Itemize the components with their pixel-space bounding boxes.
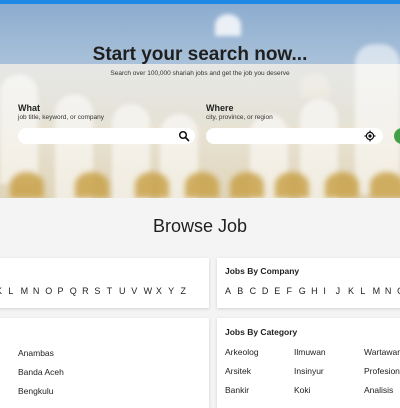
- hero-gold-ornament: [185, 172, 219, 198]
- company-letter[interactable]: M: [373, 286, 385, 296]
- company-card-title: Jobs By Company: [225, 266, 300, 276]
- category-link[interactable]: Arkeolog: [225, 346, 259, 365]
- alphabet-letter[interactable]: V: [131, 286, 143, 296]
- company-letter[interactable]: K: [348, 286, 360, 296]
- category-column-1: Arkeolog Arsitek Bankir: [225, 346, 259, 403]
- alphabet-letter[interactable]: Z: [180, 286, 192, 296]
- hero-gold-ornament: [275, 172, 309, 198]
- company-letter[interactable]: J: [336, 286, 348, 296]
- company-letter[interactable]: F: [286, 286, 298, 296]
- alphabet-letter[interactable]: W: [144, 286, 156, 296]
- what-hint: job title, keyword, or company: [18, 114, 104, 121]
- location-link[interactable]: Bengkulu: [18, 385, 64, 404]
- alphabet-letter[interactable]: N: [33, 286, 45, 296]
- alphabet-letter[interactable]: L: [8, 286, 20, 296]
- category-column-3: Wartawan Profesional Analisis: [364, 346, 400, 403]
- hero-gold-ornament: [230, 172, 264, 198]
- company-letter[interactable]: N: [385, 286, 397, 296]
- alphabet-letter[interactable]: X: [156, 286, 168, 296]
- category-link[interactable]: Arsitek: [225, 365, 259, 384]
- hero-arch: [355, 44, 400, 194]
- where-input[interactable]: [206, 128, 383, 144]
- company-letter[interactable]: L: [360, 286, 372, 296]
- search-icon[interactable]: [178, 130, 190, 142]
- hero-title: Start your search now...: [92, 44, 308, 65]
- company-letter[interactable]: E: [274, 286, 286, 296]
- category-link[interactable]: Analisis: [364, 384, 400, 403]
- category-link[interactable]: Insinyur: [294, 365, 326, 384]
- locate-icon[interactable]: [364, 130, 376, 142]
- company-letter[interactable]: H: [311, 286, 323, 296]
- hero-subtitle: Search over 100,000 shariah jobs and get…: [110, 70, 290, 77]
- alphabet-letter[interactable]: T: [107, 286, 119, 296]
- category-link[interactable]: Koki: [294, 384, 326, 403]
- company-letter[interactable]: A: [225, 286, 237, 296]
- alphabet-letter[interactable]: O: [45, 286, 57, 296]
- company-letter[interactable]: G: [299, 286, 311, 296]
- alphabet-letter[interactable]: U: [119, 286, 131, 296]
- hero-gold-ornament: [325, 172, 359, 198]
- location-link[interactable]: Banda Aceh: [18, 366, 64, 385]
- alphabet-list-left: K L M N O P Q R S T U V W X Y Z: [0, 286, 193, 296]
- alphabet-letter[interactable]: K: [0, 286, 8, 296]
- alphabet-letter[interactable]: S: [94, 286, 106, 296]
- browse-title: Browse Job: [152, 216, 248, 236]
- company-letter[interactable]: D: [262, 286, 274, 296]
- category-column-2: Ilmuwan Insinyur Koki: [294, 346, 326, 403]
- alphabet-letter[interactable]: Y: [168, 286, 180, 296]
- alphabet-letter[interactable]: P: [57, 286, 69, 296]
- hero-gold-ornament: [75, 172, 109, 198]
- where-hint: city, province, or region: [206, 114, 273, 121]
- alphabet-letter[interactable]: R: [82, 286, 94, 296]
- category-link[interactable]: Profesional: [364, 365, 400, 384]
- category-link[interactable]: Wartawan: [364, 346, 400, 365]
- category-card-title: Jobs By Category: [225, 327, 298, 337]
- alphabet-letter[interactable]: Q: [70, 286, 82, 296]
- alphabet-letter[interactable]: M: [21, 286, 33, 296]
- location-list: Anambas Banda Aceh Bengkulu: [18, 347, 64, 404]
- hero-banner: [0, 4, 400, 198]
- category-link[interactable]: Bankir: [225, 384, 259, 403]
- company-letter-list: A B C D E F G H I J K L M N O: [225, 286, 400, 296]
- what-label: What: [18, 103, 40, 113]
- hero-gold-ornament: [370, 172, 400, 198]
- what-input[interactable]: [18, 128, 195, 144]
- company-letter[interactable]: I: [323, 286, 335, 296]
- category-link[interactable]: Ilmuwan: [294, 346, 326, 365]
- alphabet-card: [0, 258, 209, 308]
- hero-dome: [215, 14, 241, 36]
- location-link[interactable]: Anambas: [18, 347, 64, 366]
- hero-gold-ornament: [10, 172, 44, 198]
- company-letter[interactable]: B: [237, 286, 249, 296]
- where-label: Where: [206, 103, 234, 113]
- hero-gold-ornament: [135, 172, 169, 198]
- company-letter[interactable]: C: [250, 286, 262, 296]
